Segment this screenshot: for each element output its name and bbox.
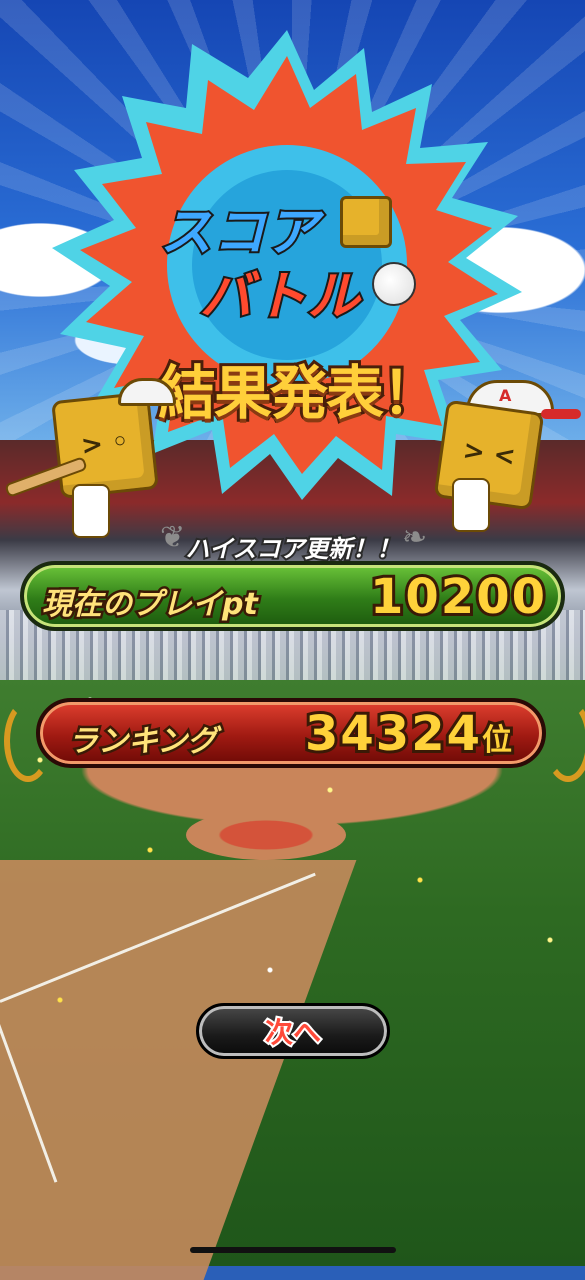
logo-line-2: バトル <box>198 265 362 329</box>
play-points-panel: 現在のプレイpt 10200 <box>20 561 565 631</box>
mascot-left: > ◦ <box>51 391 159 499</box>
mascot-top <box>340 196 392 248</box>
cap-brim <box>541 409 581 419</box>
mascot-right-face: > < <box>460 435 518 473</box>
ranking-value-wrap: 34324位 <box>302 703 515 765</box>
mascot-right-body <box>452 478 490 532</box>
play-points-value: 10200 <box>367 566 548 628</box>
home-indicator[interactable] <box>190 1247 396 1253</box>
mascot-left-face: > ◦ <box>79 426 131 462</box>
cap-letter: A <box>499 386 512 405</box>
next-button-label: 次へ <box>263 1014 323 1051</box>
ranking-label: ランキング <box>65 722 219 762</box>
highscore-updated-badge: ハイスコア更新！！ <box>184 533 403 565</box>
ranking-panel: ランキング 34324位 <box>36 698 546 768</box>
baseball-icon <box>358 254 428 314</box>
next-button[interactable]: 次へ <box>196 1003 390 1059</box>
results-announcement-title: 結果発表！ <box>155 356 443 430</box>
mascot-left-body <box>72 484 110 538</box>
ranking-value: 34324 <box>302 703 483 765</box>
ranking-suffix: 位 <box>479 720 515 761</box>
laurel-right-icon: ❧ <box>402 520 428 555</box>
wreath-right-icon <box>544 700 585 782</box>
play-points-label: 現在のプレイpt <box>40 585 261 625</box>
